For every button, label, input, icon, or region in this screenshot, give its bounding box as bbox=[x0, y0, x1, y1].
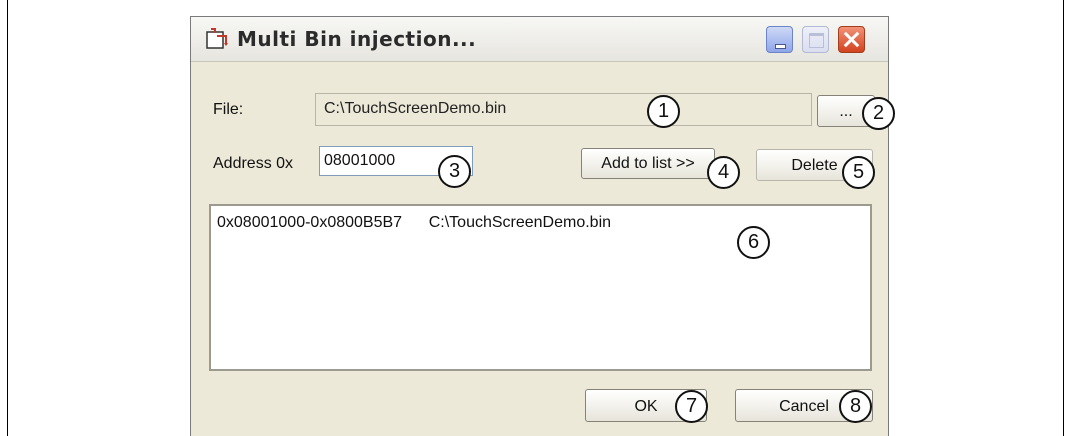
page-frame-right bbox=[1063, 0, 1064, 436]
file-label: File: bbox=[213, 101, 244, 118]
title-bar: Multi Bin injection... bbox=[191, 17, 888, 62]
file-path-value: C:\TouchScreenDemo.bin bbox=[324, 100, 507, 117]
minimize-icon[interactable] bbox=[766, 26, 793, 53]
address-label: Address 0x bbox=[213, 155, 294, 172]
list-item[interactable]: 0x08001000-0x0800B5B7 C:\TouchScreenDemo… bbox=[217, 214, 611, 232]
address-value: 08001000 bbox=[324, 152, 396, 169]
callout-8: 8 bbox=[839, 390, 872, 423]
close-icon[interactable] bbox=[838, 26, 865, 53]
list-item-range: 0x08001000-0x0800B5B7 bbox=[217, 214, 403, 231]
callout-4: 4 bbox=[707, 156, 740, 189]
callout-7: 7 bbox=[675, 390, 708, 423]
add-to-list-button[interactable]: Add to list >> bbox=[581, 148, 715, 179]
app-icon bbox=[206, 28, 228, 49]
list-item-path: C:\TouchScreenDemo.bin bbox=[428, 214, 612, 231]
bin-list[interactable]: 0x08001000-0x0800B5B7 C:\TouchScreenDemo… bbox=[209, 204, 872, 371]
callout-1: 1 bbox=[647, 95, 680, 128]
callout-2: 2 bbox=[862, 97, 895, 130]
callout-3: 3 bbox=[438, 155, 471, 188]
multi-bin-injection-dialog: Multi Bin injection... File: C:\TouchScr… bbox=[190, 16, 895, 436]
callout-6: 6 bbox=[737, 226, 770, 259]
page-frame-left bbox=[7, 0, 8, 436]
maximize-icon[interactable] bbox=[802, 26, 829, 53]
callout-5: 5 bbox=[842, 156, 875, 189]
window-title: Multi Bin injection... bbox=[237, 27, 477, 51]
file-path-field: C:\TouchScreenDemo.bin bbox=[315, 93, 812, 126]
